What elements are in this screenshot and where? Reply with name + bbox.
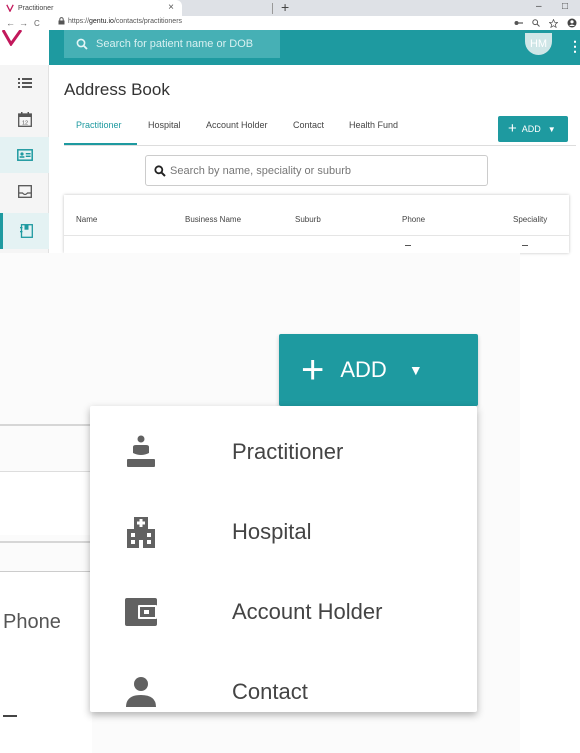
zoomed-add-button-label: ADD (340, 357, 387, 382)
menu-item-contact[interactable]: Contact (90, 652, 477, 732)
search-icon (154, 164, 166, 177)
star-icon[interactable] (549, 19, 558, 28)
url-host: gentu.io (89, 17, 114, 25)
tab-contact[interactable]: Contact (293, 120, 324, 130)
browser-tab[interactable]: Practitioner × (0, 0, 182, 16)
lock-icon (58, 17, 65, 25)
menu-item-account-holder[interactable]: Account Holder (90, 572, 477, 652)
caret-down-icon: ▼ (408, 362, 423, 378)
search-icon (76, 38, 88, 50)
plus-icon: + (301, 348, 325, 392)
menu-item-hospital[interactable]: Hospital (90, 492, 477, 572)
tab-practitioner[interactable]: Practitioner (76, 120, 122, 130)
back-button[interactable]: ← (6, 18, 15, 28)
add-dropdown-menu: Practitioner Hospital Account Holder Con… (90, 406, 477, 712)
account-icon[interactable] (567, 18, 577, 28)
address-bar: ← → C https://gentu.io/contacts/practiti… (0, 16, 580, 30)
url-field[interactable]: https://gentu.io/contacts/practitioners (58, 17, 182, 25)
hospital-icon (127, 517, 155, 548)
minimize-button[interactable]: – (536, 0, 542, 14)
rail-inbox[interactable] (0, 173, 49, 209)
new-tab-button[interactable]: + (281, 0, 289, 15)
plus-icon: + (508, 120, 517, 137)
tab-health-fund[interactable]: Health Fund (349, 120, 398, 130)
browser-tab-title: Practitioner (18, 4, 54, 12)
rail-contacts[interactable] (0, 137, 49, 173)
more-menu-icon[interactable]: ⋮ (568, 38, 580, 55)
key-icon[interactable] (514, 19, 523, 27)
url-path: /contacts/practitioners (113, 17, 183, 25)
column-header-suburb[interactable]: Suburb (295, 215, 321, 224)
menu-item-label: Practitioner (232, 439, 344, 464)
zoomed-add-button[interactable]: + ADD ▼ (279, 334, 478, 406)
zoomed-search-area (0, 471, 92, 535)
menu-item-label: Account Holder (232, 599, 383, 624)
inbox-icon (17, 184, 32, 198)
svg-text:12: 12 (21, 120, 27, 126)
zoomed-empty-cell-dash (3, 715, 17, 717)
zoomed-divider (0, 541, 92, 543)
zoom-icon[interactable] (532, 19, 540, 27)
menu-item-practitioner[interactable]: Practitioner (90, 412, 477, 492)
zoomed-tabs-divider (0, 424, 92, 426)
caret-down-icon: ▼ (547, 124, 556, 134)
tab-separator (272, 3, 273, 14)
column-header-phone[interactable]: Phone (402, 215, 425, 224)
practitioner-icon (127, 435, 155, 467)
add-button-label: ADD (521, 124, 541, 134)
column-header-name[interactable]: Name (76, 215, 97, 224)
patient-search-input[interactable]: Search for patient name or DOB (64, 30, 280, 58)
tab-close-icon[interactable]: × (168, 2, 174, 13)
tab-hospital[interactable]: Hospital (148, 120, 181, 130)
contact-card-icon (16, 149, 33, 161)
page-title: Address Book (64, 80, 170, 99)
wallet-icon (125, 598, 157, 626)
browser-tabstrip: Practitioner × + – □ (0, 0, 580, 16)
table-header-divider (64, 235, 569, 236)
forward-button[interactable]: → (19, 18, 28, 28)
list-icon (17, 78, 32, 88)
menu-item-label: Contact (232, 679, 308, 704)
person-icon (126, 677, 156, 707)
empty-cell-dash (405, 245, 411, 246)
zoomed-table-area (0, 571, 92, 753)
address-book-icon (19, 224, 33, 238)
contact-search-placeholder: Search by name, speciality or suburb (170, 164, 351, 177)
reload-button[interactable]: C (34, 19, 40, 28)
rail-address-book[interactable] (0, 213, 49, 249)
patient-search-placeholder: Search for patient name or DOB (96, 38, 254, 50)
rail-list[interactable] (0, 65, 49, 101)
tab-account-holder[interactable]: Account Holder (206, 120, 268, 130)
url-scheme: https:// (68, 17, 90, 25)
maximize-button[interactable]: □ (562, 0, 568, 14)
calendar-icon: 12 (17, 111, 32, 127)
gentu-favicon-icon (6, 4, 14, 12)
contact-search-input[interactable]: Search by name, speciality or suburb (145, 155, 488, 186)
column-header-business-name[interactable]: Business Name (185, 215, 241, 224)
contacts-table: Name Business Name Suburb Phone Speciali… (64, 195, 569, 253)
zoomed-add-menu-view: Phone + ADD ▼ Practitioner Hospital Acco… (0, 253, 520, 753)
gentu-logo-icon (2, 30, 22, 46)
app-logo[interactable] (0, 30, 49, 65)
active-tab-indicator (64, 143, 137, 145)
zoomed-phone-header: Phone (3, 611, 61, 633)
column-header-speciality[interactable]: Speciality (513, 215, 547, 224)
empty-cell-dash (522, 245, 528, 246)
left-nav-rail: 12 (0, 65, 49, 253)
add-button[interactable]: + ADD ▼ (498, 116, 568, 142)
menu-item-label: Hospital (232, 519, 312, 544)
rail-calendar[interactable]: 12 (0, 101, 49, 137)
